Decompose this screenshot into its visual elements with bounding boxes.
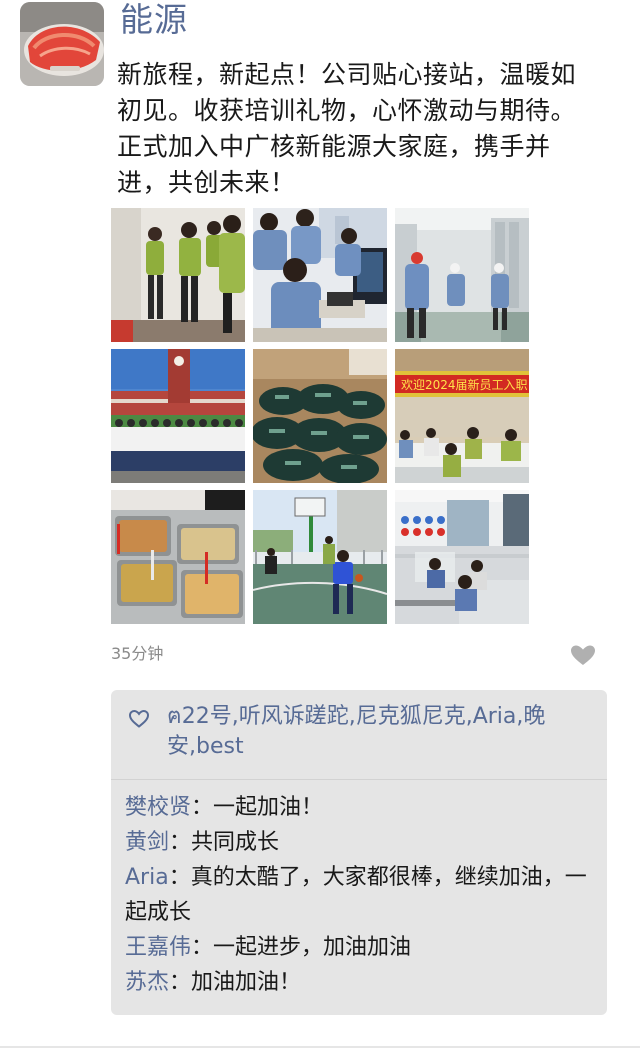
comment-colon: ： [169,970,192,995]
comment-list: 樊校贤：一起加油！ 黄剑：共同成长 Aria：真的太酷了，大家都很棒，继续加油，… [125,790,595,1000]
comment-author[interactable]: Aria [125,865,169,890]
comment-text: 一起加油！ [213,795,324,820]
photo-group-standing[interactable] [111,208,245,342]
meeting-banner-text: 欢迎2024届新员工入职 [401,377,528,392]
post-text: 新旅程，新起点！公司贴心接站，温暖如初见。收获培训礼物，心怀激动与期待。正式加入… [117,60,577,197]
photo-grid: 欢迎2024届新员工入职 [111,208,529,624]
comment-colon: ： [191,795,214,820]
photo-office[interactable] [395,490,529,624]
comment-item[interactable]: 樊校贤：一起加油！ [125,790,595,825]
comment-colon: ： [191,935,214,960]
likes-section: ฅ22号,听风诉蹉跎,尼克狐尼克,Aria,晚安,best [111,690,607,780]
photo-factory-tour[interactable] [395,208,529,342]
like-names[interactable]: ฅ22号,听风诉蹉跎,尼克狐尼克,Aria,晚安,best [167,702,587,762]
photo-canteen-food[interactable] [111,490,245,624]
heart-icon [128,709,150,728]
comment-author[interactable]: 苏杰 [125,970,169,995]
like-comment-button[interactable] [566,641,600,669]
comment-text: 真的太酷了，大家都很棒，继续加油，一起成长 [125,865,587,925]
post-author[interactable]: 能源 [120,0,188,42]
moments-post: 能源 新旅程，新起点！公司贴心接站，温暖如初见。收获培训礼物，心怀激动与期待。正… [0,0,640,1048]
comment-author[interactable]: 王嘉伟 [125,935,191,960]
photo-clock-tower-group[interactable] [111,349,245,483]
interaction-panel: ฅ22号,听风诉蹉跎,尼克狐尼克,Aria,晚安,best 樊校贤：一起加油！ … [111,690,607,1015]
photo-computer-training[interactable] [253,208,387,342]
comment-author[interactable]: 樊校贤 [125,795,191,820]
comment-text: 加油加油！ [191,970,302,995]
comment-item[interactable]: 王嘉伟：一起进步，加油加油 [125,930,595,965]
photo-gift-bags[interactable] [253,349,387,483]
heart-icon [571,645,595,665]
comment-text: 一起进步，加油加油 [213,935,412,960]
comment-author[interactable]: 黄剑 [125,830,169,855]
comment-text: 共同成长 [191,830,280,855]
comment-item[interactable]: 黄剑：共同成长 [125,825,595,860]
post-time: 35分钟 [111,644,164,663]
comment-colon: ： [168,865,191,890]
comment-item[interactable]: Aria：真的太酷了，大家都很棒，继续加油，一起成长 [125,860,595,930]
avatar[interactable] [20,2,104,86]
photo-welcome-meeting[interactable]: 欢迎2024届新员工入职 [395,349,529,483]
comment-item[interactable]: 苏杰：加油加油！ [125,965,595,1000]
comment-colon: ： [169,830,192,855]
photo-basketball[interactable] [253,490,387,624]
